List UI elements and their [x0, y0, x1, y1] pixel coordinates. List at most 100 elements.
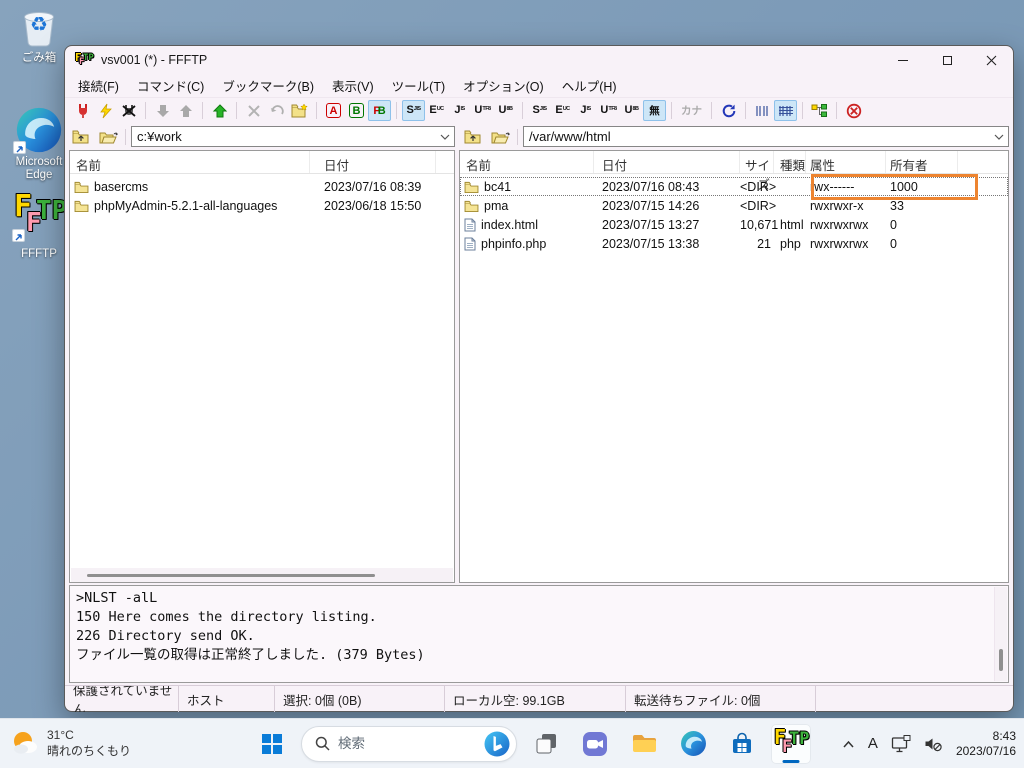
list-view-button[interactable]	[751, 100, 774, 121]
minimize-button[interactable]	[881, 46, 925, 74]
local-file-row[interactable]: basercms 2023/07/16 08:39	[70, 177, 454, 196]
local-file-row[interactable]: phpMyAdmin-5.2.1-all-languages 2023/06/1…	[70, 196, 454, 215]
title-bar[interactable]: F TP F vsv001 (*) - FFFTP	[65, 46, 1013, 74]
refresh-button[interactable]	[717, 100, 740, 121]
host-code-utf8-button[interactable]: U TF8	[597, 100, 620, 121]
remote-column-size[interactable]: サイズ	[740, 151, 774, 192]
chat-button[interactable]	[575, 724, 615, 764]
plug-icon	[78, 103, 87, 118]
mirror-button[interactable]	[808, 100, 831, 121]
host-code-euc-button[interactable]: E UC	[551, 100, 574, 121]
ffftp-taskbar-button[interactable]: F TP F	[771, 723, 811, 764]
remote-path-input[interactable]	[524, 129, 990, 144]
local-code-jis-button[interactable]: J IS	[448, 100, 471, 121]
scrollbar-thumb[interactable]	[87, 574, 375, 577]
close-button[interactable]	[969, 46, 1013, 74]
local-path-combobox[interactable]	[131, 126, 455, 147]
quick-connect-button[interactable]	[94, 100, 117, 121]
local-code-utf8-button[interactable]: U TF8	[471, 100, 494, 121]
edge-button[interactable]	[673, 724, 713, 764]
ascii-mode-button[interactable]: A	[322, 100, 345, 121]
undo-button[interactable]	[265, 100, 288, 121]
desktop-icon-edge[interactable]: Microsoft Edge	[6, 106, 72, 182]
local-path-input[interactable]	[132, 129, 436, 144]
file-date: 2023/07/15 13:38	[602, 236, 700, 251]
kanji-none-button[interactable]: 無	[643, 100, 666, 121]
bing-icon[interactable]	[483, 730, 511, 758]
chevron-down-icon[interactable]	[436, 134, 454, 140]
local-parent-folder-button[interactable]	[69, 127, 93, 147]
detail-view-icon	[778, 105, 793, 116]
weather-widget[interactable]: 31°C 晴れのちくもり	[10, 727, 131, 759]
local-horizontal-scrollbar[interactable]	[71, 568, 453, 582]
menu-bookmark[interactable]: ブックマーク(B)	[213, 74, 323, 97]
remote-change-folder-button[interactable]	[488, 127, 512, 147]
file-explorer-button[interactable]	[624, 724, 664, 764]
detail-view-button[interactable]	[774, 100, 797, 121]
network-icon[interactable]	[891, 734, 911, 753]
shortcut-arrow-icon	[13, 141, 26, 154]
remote-parent-folder-button[interactable]	[461, 127, 485, 147]
store-button[interactable]	[722, 724, 762, 764]
auto-mode-button[interactable]: P B	[368, 100, 391, 121]
remote-column-attr[interactable]: 属性	[806, 151, 886, 173]
taskbar-search[interactable]	[301, 725, 517, 762]
tray-expand-icon[interactable]	[842, 739, 855, 749]
scrollbar-thumb[interactable]	[999, 649, 1003, 671]
local-code-sjis-button[interactable]: S JIS	[402, 100, 425, 121]
maximize-button[interactable]	[925, 46, 969, 74]
upload-button[interactable]	[174, 100, 197, 121]
desktop-icon-recycle-bin[interactable]: ♻ ごみ箱	[6, 4, 72, 65]
chat-icon	[583, 731, 607, 756]
remote-column-kind[interactable]: 種類	[774, 151, 806, 173]
file-name: bc41	[484, 179, 512, 194]
menu-help[interactable]: ヘルプ(H)	[553, 74, 626, 97]
host-code-jis-button[interactable]: J IS	[574, 100, 597, 121]
local-code-euc-button[interactable]: E UC	[425, 100, 448, 121]
host-code-utf8b-button[interactable]: U 8B	[620, 100, 643, 121]
host-code-sjis-button[interactable]: S JIS	[528, 100, 551, 121]
search-input[interactable]	[338, 736, 475, 751]
volume-muted-icon[interactable]	[924, 736, 943, 752]
remote-file-row[interactable]: index.html 2023/07/15 13:27 10,671 html …	[460, 215, 1008, 234]
parent-dir-button[interactable]	[208, 100, 231, 121]
local-change-folder-button[interactable]	[96, 127, 120, 147]
menu-tools[interactable]: ツール(T)	[383, 74, 454, 97]
remote-column-owner[interactable]: 所有者	[886, 151, 958, 173]
cancel-button[interactable]	[242, 100, 265, 121]
remote-column-date[interactable]: 日付	[594, 151, 740, 173]
local-path-bar	[69, 126, 455, 147]
mkdir-button[interactable]	[288, 100, 311, 121]
menu-command[interactable]: コマンド(C)	[128, 74, 213, 97]
local-code-utf8b-button[interactable]: U 8B	[494, 100, 517, 121]
local-column-date[interactable]: 日付	[310, 151, 436, 173]
clock[interactable]: 8:43 2023/07/16	[956, 729, 1016, 759]
menu-options[interactable]: オプション(O)	[454, 74, 553, 97]
menu-connect[interactable]: 接続(F)	[69, 74, 128, 97]
ime-mode-indicator[interactable]: A	[868, 735, 878, 752]
remote-file-row[interactable]: phpinfo.php 2023/07/15 13:38 21 php rwxr…	[460, 234, 1008, 253]
connect-button[interactable]	[71, 100, 94, 121]
local-column-name[interactable]: 名前	[70, 151, 310, 173]
refresh-icon	[722, 104, 735, 117]
remote-path-combobox[interactable]	[523, 126, 1009, 147]
edge-icon	[13, 106, 63, 154]
desktop-icon-ffftp[interactable]: F TP F FFFTP	[6, 192, 72, 261]
menu-view[interactable]: 表示(V)	[323, 74, 383, 97]
binary-mode-button[interactable]: B	[345, 100, 368, 121]
close-icon	[986, 55, 996, 65]
abort-button[interactable]	[842, 100, 865, 121]
remote-column-name[interactable]: 名前	[460, 151, 594, 173]
kana-convert-button[interactable]: カナ	[677, 100, 706, 121]
log-vertical-scrollbar[interactable]	[994, 587, 1007, 681]
stop-icon	[846, 103, 861, 118]
toolbar-separator	[745, 102, 746, 119]
file-attr: rwxrwxrwx	[810, 236, 869, 251]
status-transfer-queue: 転送待ちファイル: 0個	[626, 686, 816, 712]
chevron-down-icon[interactable]	[990, 134, 1008, 140]
desktop: ♻ ごみ箱 Microsoft Edge F TP F FFFTP F TP F…	[0, 0, 1024, 768]
start-button[interactable]	[252, 724, 292, 764]
disconnect-button[interactable]	[117, 100, 140, 121]
download-button[interactable]	[151, 100, 174, 121]
task-view-button[interactable]	[526, 724, 566, 764]
